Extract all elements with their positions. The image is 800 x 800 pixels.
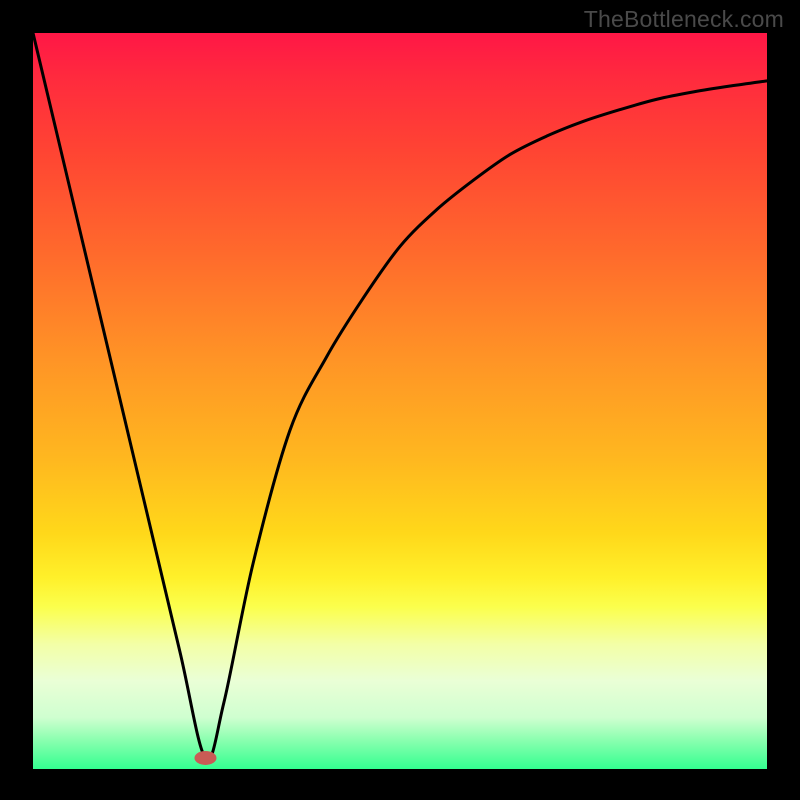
chart-frame: TheBottleneck.com (0, 0, 800, 800)
attribution-text: TheBottleneck.com (584, 6, 784, 33)
plot-area (33, 33, 767, 769)
minimum-marker (194, 751, 216, 765)
curve-svg (33, 33, 767, 769)
bottleneck-curve (33, 33, 767, 759)
